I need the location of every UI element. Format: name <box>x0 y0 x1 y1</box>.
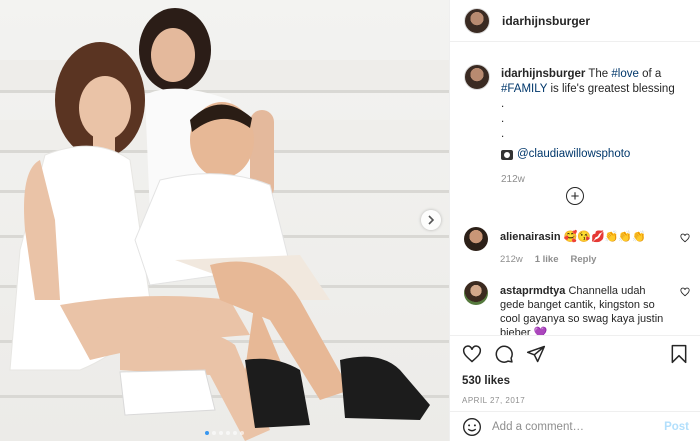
caption-dot: . <box>501 128 505 140</box>
comment-item: astaprmdtya Channella udah gede banget c… <box>464 281 690 335</box>
comments-area: idarhijnsburger The #love of a #FAMILY i… <box>450 55 700 335</box>
camera-icon <box>501 149 513 160</box>
carousel-dot <box>212 431 216 435</box>
author-avatar[interactable] <box>464 7 490 34</box>
comment-heart-icon[interactable] <box>680 233 690 243</box>
reply-button[interactable]: Reply <box>571 253 597 267</box>
caption-dot: . <box>501 113 505 125</box>
commenter-avatar[interactable] <box>464 281 488 305</box>
post-actions: 530 likes APRIL 27, 2017 <box>450 335 700 405</box>
hashtag-love[interactable]: #love <box>611 68 639 80</box>
comment-text: 🥰😘💋👏👏👏 <box>563 231 646 243</box>
caption-dot: . <box>501 98 505 110</box>
family-illustration <box>9 8 430 441</box>
carousel-dot <box>240 431 244 435</box>
share-icon[interactable] <box>526 344 546 364</box>
bookmark-icon[interactable] <box>669 344 689 364</box>
author-username[interactable]: idarhijnsburger <box>502 14 590 28</box>
comment-icon[interactable] <box>494 344 514 364</box>
caption-text: idarhijnsburger The #love of a #FAMILY i… <box>501 67 681 187</box>
caption: idarhijnsburger The #love of a #FAMILY i… <box>450 55 700 187</box>
caption-segment: is life's greatest blessing <box>547 83 675 95</box>
comment-time[interactable]: 212w <box>500 253 523 267</box>
carousel-dot <box>233 431 237 435</box>
carousel-dot <box>226 431 230 435</box>
add-comment-input[interactable] <box>492 420 652 433</box>
chevron-right-icon <box>428 215 435 225</box>
comment-heart-icon[interactable] <box>680 287 690 297</box>
caption-segment: The <box>588 68 612 80</box>
next-slide-button[interactable] <box>421 210 441 230</box>
post-header: idarhijnsburger <box>450 0 700 42</box>
post-comment-button[interactable]: Post <box>664 421 689 433</box>
post-photo[interactable] <box>0 0 449 441</box>
likes-count[interactable]: 530 likes <box>462 375 689 387</box>
emoji-icon[interactable] <box>462 417 482 437</box>
hashtag-family[interactable]: #FAMILY <box>501 83 547 95</box>
heart-icon[interactable] <box>462 344 482 364</box>
add-comment-bar: Post <box>450 411 700 441</box>
commenter-username[interactable]: astaprmdtya <box>500 285 565 297</box>
carousel-dot <box>219 431 223 435</box>
commenter-username[interactable]: alienairasin <box>500 231 561 243</box>
caption-username[interactable]: idarhijnsburger <box>501 68 585 80</box>
plus-icon: + <box>570 187 580 205</box>
comment-likes[interactable]: 1 like <box>535 253 559 267</box>
carousel-dots <box>0 431 449 435</box>
commenter-avatar[interactable] <box>464 227 488 251</box>
carousel-dot <box>205 431 209 435</box>
photographer-mention[interactable]: @claudiawillowsphoto <box>517 147 630 162</box>
load-more-comments-button[interactable]: + <box>566 187 584 205</box>
post-date[interactable]: APRIL 27, 2017 <box>462 396 689 405</box>
post-side-panel: idarhijnsburger idarhijnsburger The #lov… <box>449 0 700 441</box>
comment-item: alienairasin 🥰😘💋👏👏👏 212w 1 like Reply <box>464 227 690 267</box>
caption-segment: of a <box>638 68 662 80</box>
caption-time: 212w <box>501 174 525 185</box>
caption-avatar[interactable] <box>464 64 490 90</box>
